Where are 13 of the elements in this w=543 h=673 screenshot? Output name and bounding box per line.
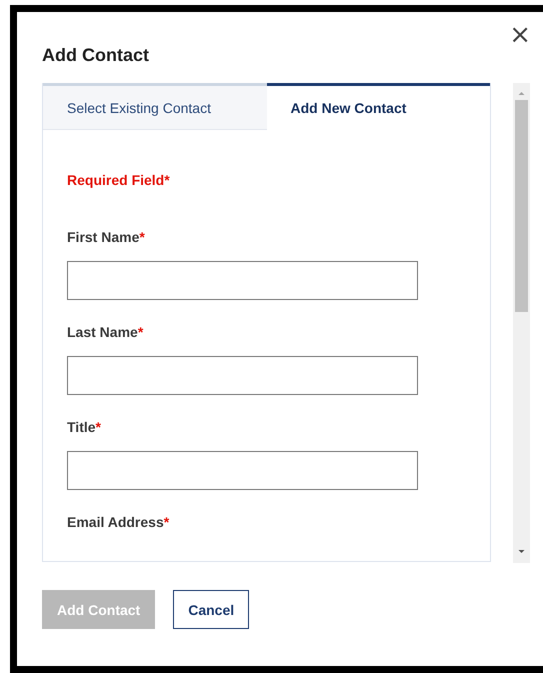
scrollbar[interactable]	[513, 83, 530, 563]
cancel-button[interactable]: Cancel	[173, 590, 250, 629]
required-field-note: Required Field*	[67, 172, 171, 188]
input-field[interactable]	[67, 356, 418, 395]
close-button[interactable]: ×	[507, 22, 533, 48]
input-field[interactable]	[67, 261, 418, 300]
field-label: Last Name*	[67, 324, 144, 340]
tab[interactable]: Select Existing Contact	[43, 83, 266, 130]
field-label: Title*	[67, 419, 102, 435]
field-label: First Name*	[67, 229, 146, 245]
input-field[interactable]	[67, 451, 418, 490]
field-label: Email Address*	[67, 514, 170, 530]
dialog-title: Add Contact	[42, 45, 149, 67]
